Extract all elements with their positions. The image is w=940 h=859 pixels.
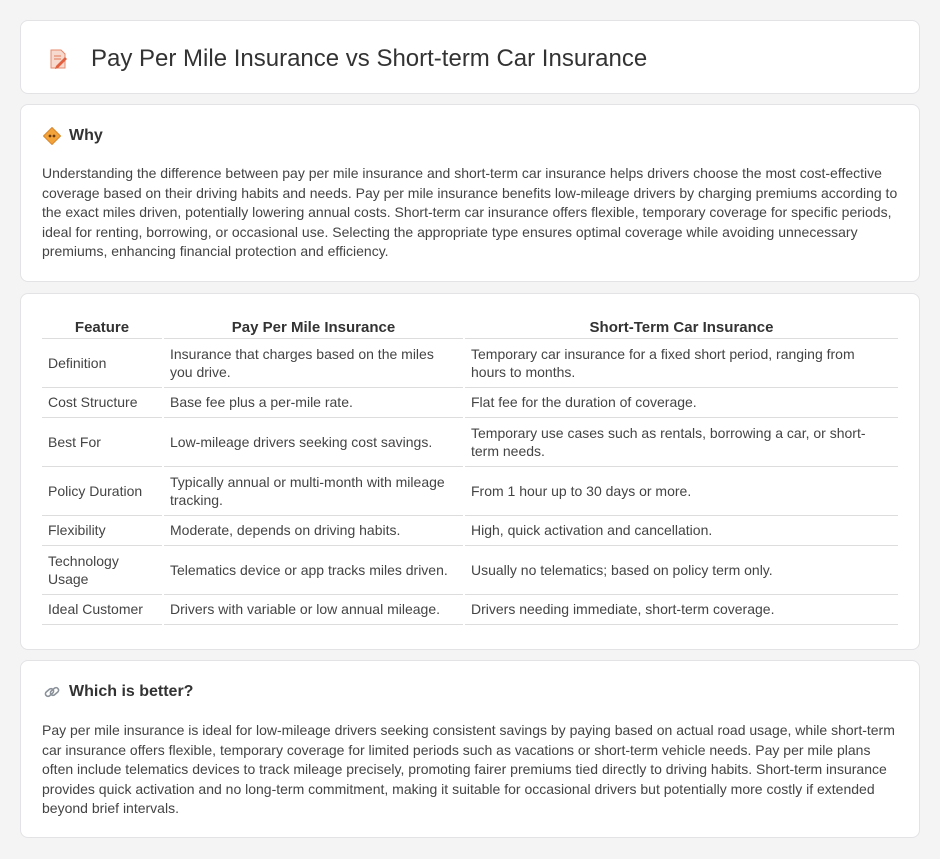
table-row: Definition Insurance that charges based … [42,338,898,388]
why-text: Understanding the difference between pay… [42,165,898,260]
better-card: Which is better? Pay per mile insurance … [20,660,920,838]
row-feature: Definition [42,338,163,388]
table-header-row: Feature Pay Per Mile Insurance Short-Ter… [42,316,898,339]
header-pay-per-mile: Pay Per Mile Insurance [162,316,464,339]
row-short-term: High, quick activation and cancellation. [463,515,898,546]
why-card: Why Understanding the difference between… [20,104,920,282]
header-short-term: Short-Term Car Insurance [463,316,898,339]
row-feature: Flexibility [42,515,163,546]
row-pay-per-mile: Typically annual or multi-month with mil… [162,466,464,516]
row-short-term: Drivers needing immediate, short-term co… [463,594,898,625]
why-heading: Why [69,127,103,144]
title-card: Pay Per Mile Insurance vs Short-term Car… [20,20,920,94]
header-feature: Feature [42,316,163,339]
row-short-term: Temporary use cases such as rentals, bor… [463,417,898,467]
row-feature: Cost Structure [42,387,163,418]
row-short-term: Temporary car insurance for a fixed shor… [463,338,898,388]
better-heading-row: Which is better? [43,683,193,701]
table-row: Ideal Customer Drivers with variable or … [42,594,898,625]
row-pay-per-mile: Drivers with variable or low annual mile… [162,594,464,625]
table-row: Best For Low-mileage drivers seeking cos… [42,417,898,467]
comparison-table: Feature Pay Per Mile Insurance Short-Ter… [42,316,898,625]
table-row: Policy Duration Typically annual or mult… [42,466,898,516]
row-pay-per-mile: Base fee plus a per-mile rate. [162,387,464,418]
why-heading-row: Why [42,126,103,146]
document-pencil-icon [47,48,69,70]
row-feature: Ideal Customer [42,594,163,625]
comparison-card: Feature Pay Per Mile Insurance Short-Ter… [20,293,920,650]
table-row: Technology Usage Telematics device or ap… [42,545,898,595]
row-feature: Technology Usage [42,545,163,595]
title-row: Pay Per Mile Insurance vs Short-term Car… [47,45,647,73]
row-pay-per-mile: Moderate, depends on driving habits. [162,515,464,546]
better-text: Pay per mile insurance is ideal for low-… [42,722,895,817]
table-row: Flexibility Moderate, depends on driving… [42,515,898,546]
row-short-term: Flat fee for the duration of coverage. [463,387,898,418]
link-icon [43,683,61,701]
row-feature: Best For [42,417,163,467]
row-short-term: Usually no telematics; based on policy t… [463,545,898,595]
diamond-sign-icon [42,126,62,146]
row-feature: Policy Duration [42,466,163,516]
row-pay-per-mile: Low-mileage drivers seeking cost savings… [162,417,464,467]
row-short-term: From 1 hour up to 30 days or more. [463,466,898,516]
row-pay-per-mile: Insurance that charges based on the mile… [162,338,464,388]
better-heading: Which is better? [69,683,194,700]
page-title: Pay Per Mile Insurance vs Short-term Car… [91,45,648,72]
table-row: Cost Structure Base fee plus a per-mile … [42,387,898,418]
row-pay-per-mile: Telematics device or app tracks miles dr… [162,545,464,595]
